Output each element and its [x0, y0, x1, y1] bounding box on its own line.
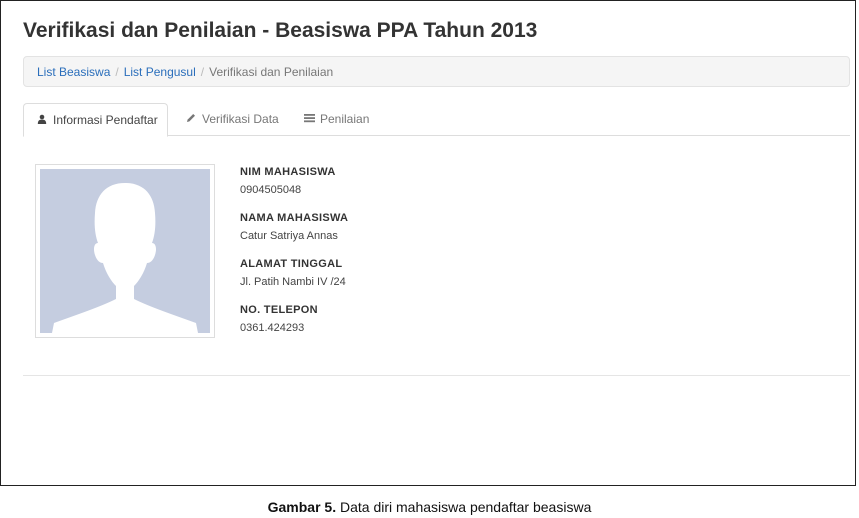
breadcrumb-separator: / — [115, 65, 119, 79]
avatar-placeholder-icon — [40, 169, 210, 333]
tab-informasi-pendaftar[interactable]: Informasi Pendaftar — [23, 103, 168, 137]
field-value: Jl. Patih Nambi IV /24 — [240, 276, 346, 288]
field-label: ALAMAT TINGGAL — [240, 258, 343, 270]
tab-bar: Informasi Pendaftar Verifikasi Data Peni… — [23, 103, 850, 137]
profile-photo — [35, 164, 215, 338]
field-label: NIM MAHASISWA — [240, 166, 336, 178]
breadcrumb-separator: / — [200, 65, 205, 79]
breadcrumb-item-list-beasiswa[interactable]: List Beasiswa — [37, 65, 110, 79]
tab-verifikasi-data[interactable]: Verifikasi Data — [173, 103, 285, 136]
content-divider — [23, 375, 850, 376]
field-label: NO. TELEPON — [240, 304, 318, 316]
field-label: NAMA MAHASISWA — [240, 212, 349, 224]
breadcrumb: List Beasiswa / List Pengusul / Verifikasi d… — [23, 56, 850, 87]
field-value: Catur Satriya Annas — [240, 230, 338, 242]
field-nim: NIM MAHASISWA 0904505048 — [240, 166, 348, 212]
tab-label: Verifikasi Data — [202, 112, 279, 126]
caption-prefix: Gambar 5. — [267, 499, 337, 515]
user-icon — [36, 114, 48, 127]
tab-label: Penilaian — [320, 112, 370, 126]
figure-caption: Gambar 5. Data diri mahasiswa pendaftar … — [0, 499, 859, 515]
field-nama: NAMA MAHASISWA Catur Satriya Annas — [240, 212, 348, 258]
tab-label: Informasi Pendaftar — [53, 113, 158, 127]
breadcrumb-item-current: Verifikasi dan Penilaian — [209, 65, 334, 79]
field-value: 0361.424293 — [240, 322, 305, 334]
pencil-icon — [185, 113, 197, 126]
profile-info: NIM MAHASISWA 0904505048 NAMA MAHASISWA … — [240, 166, 348, 350]
app-window: Verifikasi dan Penilaian - Beasiswa PPA … — [0, 0, 856, 486]
field-value: 0904505048 — [240, 184, 302, 196]
tab-penilaian[interactable]: Penilaian — [291, 103, 381, 136]
caption-text: Data diri mahasiswa pendaftar beasiswa — [340, 499, 592, 515]
field-telepon: NO. TELEPON 0361.424293 — [240, 304, 348, 350]
breadcrumb-item-list-pengusul[interactable]: List Pengusul — [124, 65, 196, 79]
page-title: Verifikasi dan Penilaian - Beasiswa PPA … — [23, 19, 538, 42]
list-icon — [303, 113, 315, 126]
field-alamat: ALAMAT TINGGAL Jl. Patih Nambi IV /24 — [240, 258, 348, 304]
